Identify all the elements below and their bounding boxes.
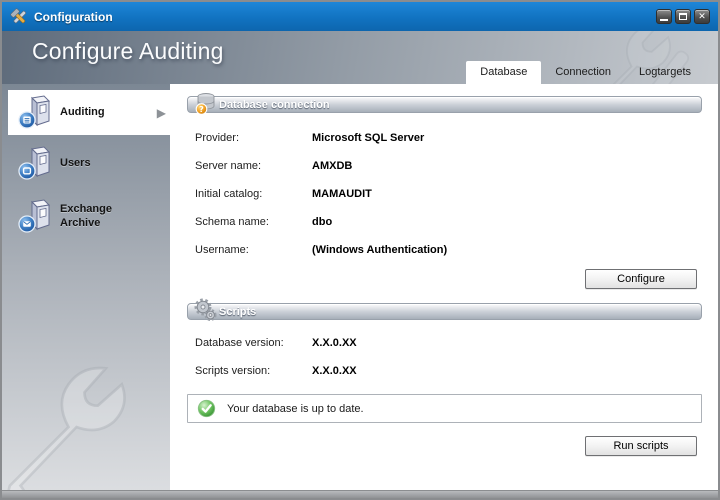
green-check-icon	[197, 399, 216, 418]
section-header-scripts: Scripts	[187, 303, 702, 320]
field-value: MAMAUDIT	[312, 188, 372, 200]
section-title: Database connection	[219, 99, 330, 111]
field-row-username: Username:(Windows Authentication)	[195, 244, 447, 256]
svg-text:?: ?	[199, 105, 204, 114]
minimize-button[interactable]	[656, 9, 672, 24]
sidebar-item-auditing[interactable]: Auditing ▶	[8, 90, 170, 135]
window-title: Configuration	[34, 10, 113, 24]
window-bottom-frame	[2, 490, 718, 498]
field-label: Provider:	[195, 132, 312, 144]
tab-database[interactable]: Database	[466, 61, 541, 84]
field-value: X.X.0.XX	[312, 337, 357, 349]
field-label: Username:	[195, 244, 312, 256]
field-label: Schema name:	[195, 216, 312, 228]
section-title: Scripts	[219, 306, 256, 318]
field-value: (Windows Authentication)	[312, 244, 447, 256]
close-button[interactable]: ✕	[694, 9, 710, 24]
page-header: Configure Auditing Database Connection L…	[2, 31, 718, 84]
sidebar-item-exchange-archive[interactable]: Exchange Archive	[8, 192, 170, 242]
minimize-icon	[660, 19, 668, 21]
field-value: Microsoft SQL Server	[312, 132, 424, 144]
field-row-server-name: Server name:AMXDB	[195, 160, 352, 172]
auditing-server-icon	[16, 94, 54, 132]
exchange-archive-server-icon	[16, 198, 54, 236]
field-value: AMXDB	[312, 160, 352, 172]
wrench-watermark-icon	[2, 355, 169, 493]
status-message: Your database is up to date.	[227, 403, 364, 415]
field-row-provider: Provider:Microsoft SQL Server	[195, 132, 424, 144]
configuration-window: Configuration ✕ Configure Auditing Datab…	[0, 0, 720, 500]
tab-logtargets[interactable]: Logtargets	[625, 61, 705, 84]
field-label: Server name:	[195, 160, 312, 172]
sidebar-item-label: Auditing	[60, 106, 142, 120]
database-question-icon: ?	[194, 91, 218, 121]
field-row-initial-catalog: Initial catalog:MAMAUDIT	[195, 188, 372, 200]
section-header-database-connection: ? Database connection	[187, 96, 702, 113]
maximize-button[interactable]	[675, 9, 691, 24]
users-server-icon	[16, 145, 54, 183]
sidebar-item-users[interactable]: Users	[8, 141, 170, 186]
close-icon: ✕	[698, 12, 706, 21]
field-value: X.X.0.XX	[312, 365, 357, 377]
run-scripts-button[interactable]: Run scripts	[585, 436, 697, 456]
field-label: Initial catalog:	[195, 188, 312, 200]
field-row-scripts-version: Scripts version:X.X.0.XX	[195, 365, 357, 377]
sidebar: Auditing ▶ Users	[2, 84, 170, 493]
right-arrow-icon: ▶	[157, 106, 166, 120]
window-controls: ✕	[656, 9, 710, 24]
configure-button[interactable]: Configure	[585, 269, 697, 289]
tab-connection[interactable]: Connection	[541, 61, 625, 84]
gears-icon	[194, 298, 218, 328]
content-panel: ? Database connection Provider:Microsoft…	[172, 84, 709, 493]
field-label: Database version:	[195, 337, 312, 349]
field-label: Scripts version:	[195, 365, 312, 377]
sidebar-item-label: Exchange Archive	[60, 203, 142, 231]
sidebar-item-label: Users	[60, 157, 142, 171]
field-row-database-version: Database version:X.X.0.XX	[195, 337, 357, 349]
field-row-schema-name: Schema name:dbo	[195, 216, 332, 228]
maximize-icon	[679, 13, 687, 20]
tab-bar: Database Connection Logtargets	[466, 61, 705, 84]
hammer-wrench-icon	[10, 8, 28, 26]
titlebar: Configuration ✕	[2, 2, 718, 31]
field-value: dbo	[312, 216, 332, 228]
status-message-box: Your database is up to date.	[187, 394, 702, 423]
page-title: Configure Auditing	[32, 38, 224, 65]
